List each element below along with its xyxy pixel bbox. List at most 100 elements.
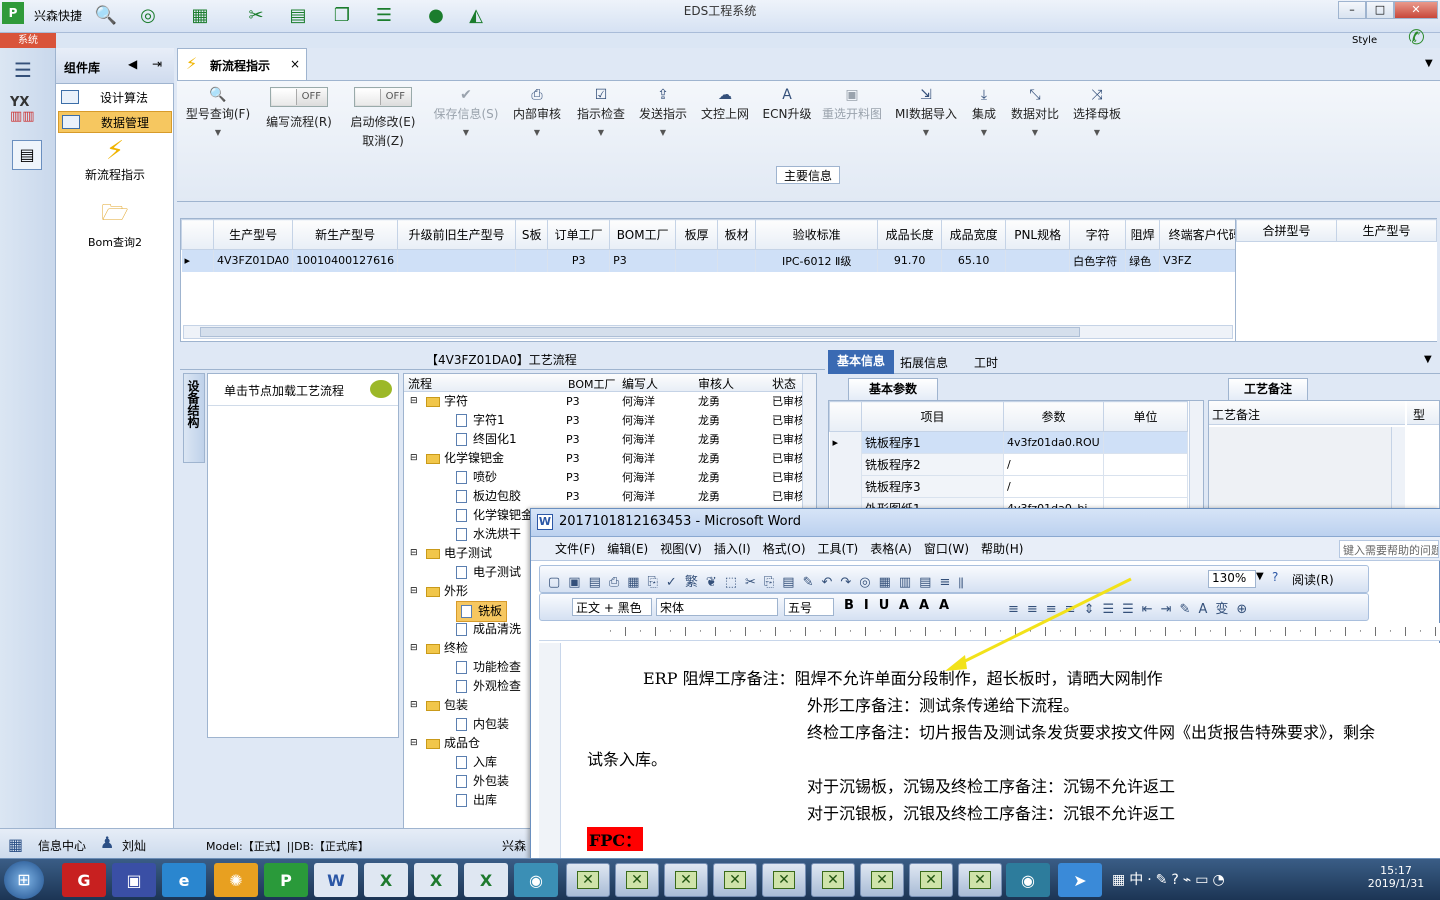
flow-step[interactable]: 板边包胶 (456, 487, 521, 506)
maximize-button[interactable]: □ (1366, 1, 1394, 19)
app-g-icon[interactable]: G (62, 863, 106, 897)
flow-step[interactable]: 字符1 (456, 411, 505, 430)
collapse-toggle-icon[interactable]: ⊟ (410, 639, 418, 658)
excel-window-task[interactable]: ✕ (909, 863, 953, 897)
column-header[interactable]: 订单工厂 (547, 219, 611, 250)
send-instruction-button[interactable]: ⇪ 发送指示 ▼ (635, 87, 691, 137)
excel-window-task[interactable]: ✕ (762, 863, 806, 897)
table-cell[interactable] (675, 249, 719, 272)
doc-control-online-button[interactable]: ☁ 文控上网 (697, 87, 753, 122)
zoom-select[interactable]: 130% (1208, 570, 1256, 588)
word-menu-item[interactable]: 文件(F) (555, 537, 595, 561)
tab-basic-params[interactable]: 基本参数 (848, 378, 938, 400)
column-header[interactable]: 工艺备注 (1209, 401, 1405, 425)
flow-step[interactable]: 内包装 (456, 715, 509, 734)
flow-step[interactable]: 入库 (456, 753, 497, 772)
column-header[interactable]: 生产型号 (212, 219, 294, 250)
ecn-upgrade-button[interactable]: A ECN升级 (759, 87, 815, 122)
start-button[interactable]: ⊞ (4, 861, 44, 899)
tray-icons[interactable]: ▦中·✎?⌁▭◔ (1112, 869, 1229, 889)
doc-line[interactable]: 外形工序备注：测试条传递给下流程。 (807, 692, 1079, 716)
scrollbar-thumb[interactable] (200, 327, 1080, 337)
doc-line[interactable]: 对于沉银板，沉银及终检工序备注：沉银不允许返工 (807, 800, 1175, 824)
doc-line[interactable]: 试条入库。 (587, 746, 667, 770)
param-cell-unit[interactable] (1103, 453, 1188, 476)
collapse-toggle-icon[interactable]: ⊟ (410, 449, 418, 468)
tab-new-flow[interactable]: ⚡ 新流程指示 × (177, 48, 307, 80)
table-row[interactable]: ▸ 4V3FZ01DA0 10010400127616 P3 P3 IPC-60… (181, 249, 1251, 272)
param-cell-item[interactable]: 铣板程序1 (861, 431, 1004, 454)
column-header[interactable]: 型 (1407, 401, 1439, 425)
minimize-button[interactable]: – (1338, 1, 1366, 19)
flow-step[interactable]: 铣板 (456, 601, 508, 622)
param-cell-param[interactable]: 4v3fz01da0.ROU (1003, 431, 1104, 454)
tab-close-icon[interactable]: × (290, 57, 300, 71)
reselect-cut-drawing-button[interactable]: ▣ 重选开料图 (819, 87, 885, 122)
column-header[interactable]: 字符 (1069, 219, 1127, 250)
tab-work-hours[interactable]: 工时 (974, 354, 998, 371)
launcher-new-flow[interactable]: ⚡ 新流程指示 (56, 136, 174, 188)
column-header[interactable]: 参数 (1003, 401, 1104, 432)
word-menu-item[interactable]: 格式(O) (763, 537, 806, 561)
collapse-toggle-icon[interactable]: ⊟ (410, 696, 418, 715)
doc-line-highlight[interactable]: FPC： (587, 827, 644, 851)
table-cell[interactable] (717, 249, 757, 272)
shell-icon[interactable]: ✺ (214, 863, 258, 897)
table-cell[interactable]: 10010400127616 (292, 249, 399, 272)
flow-step[interactable]: 成品清洗 (456, 620, 521, 639)
column-header[interactable]: S板 (515, 219, 549, 250)
standard-tools-icons[interactable]: ▢▣▤⎙▦⎘✓繁❦⬚✂⎘▤✎↶↷◎▦▥▤≡⦀ (548, 571, 972, 590)
internal-review-button[interactable]: ⎙ 内部审核 ▼ (509, 87, 565, 137)
word-menu-item[interactable]: 视图(V) (660, 537, 702, 561)
table-cell[interactable]: 91.70 (877, 249, 943, 272)
sidebar-item-data-management[interactable]: 数据管理 (58, 111, 172, 133)
column-header[interactable]: 编写人 (622, 375, 658, 392)
hamburger-icon[interactable]: ☰ (14, 58, 32, 82)
param-cell-item[interactable]: 铣板程序2 (861, 453, 1004, 476)
word-menu-item[interactable]: 工具(T) (818, 537, 859, 561)
column-header[interactable]: 流程 (408, 375, 432, 392)
collapse-toggle-icon[interactable]: ⊟ (410, 734, 418, 753)
read-button[interactable]: 阅读(R) (1292, 571, 1334, 588)
table-cell[interactable] (515, 249, 549, 272)
flow-step[interactable]: 字符 (426, 392, 468, 411)
column-header[interactable]: 阻焊 (1125, 219, 1161, 250)
table-cell[interactable] (397, 249, 517, 272)
flow-tree-row[interactable]: 字符 ⊟ P3 何海洋 龙勇 已审核 (404, 392, 816, 411)
column-header[interactable]: 验收标准 (755, 219, 879, 250)
message-app-icon[interactable]: ➤ (1058, 863, 1102, 897)
table-cell[interactable]: 绿色 (1125, 249, 1161, 272)
write-flow-toggle[interactable]: OFF (270, 87, 328, 107)
column-header[interactable]: 生产型号 (1336, 219, 1437, 242)
type-query-button[interactable]: 🔍 型号查询(F) ▼ (183, 87, 253, 137)
ie-icon[interactable]: e (162, 863, 206, 897)
factory-icon[interactable]: YX ▥▥ (10, 96, 44, 126)
eye-app-icon[interactable]: ◉ (514, 863, 558, 897)
flow-step[interactable]: 电子测试 (456, 563, 521, 582)
flow-tree-row[interactable]: 喷砂 P3 何海洋 龙勇 已审核 (404, 468, 816, 487)
flow-tree-row[interactable]: 板边包胶 P3 何海洋 龙勇 已审核 (404, 487, 816, 506)
data-compare-button[interactable]: ⤡ 数据对比 ▼ (1007, 87, 1063, 137)
help-icon[interactable]: ? (1272, 570, 1278, 584)
param-cell-item[interactable]: 铣板程序3 (861, 475, 1004, 498)
word-menu-item[interactable]: 编辑(E) (607, 537, 648, 561)
column-header[interactable]: 审核人 (698, 375, 734, 392)
font-size-select[interactable]: 五号 (784, 598, 834, 616)
flow-step[interactable]: 终检 (426, 639, 468, 658)
flow-step[interactable]: 化学镍钯金 (456, 506, 533, 525)
ime-indicator[interactable]: 中 (1129, 872, 1147, 888)
excel-window-task[interactable]: ✕ (958, 863, 1002, 897)
table-cell[interactable]: P3 (609, 249, 677, 272)
column-header[interactable]: 成品长度 (877, 219, 943, 250)
table-cell[interactable]: 65.10 (941, 249, 1007, 272)
clock[interactable]: 15:17 2019/1/31 (1366, 864, 1426, 890)
column-header[interactable]: 升级前旧生产型号 (397, 219, 517, 250)
column-header[interactable]: 新生产型号 (292, 219, 399, 250)
eye-app-icon[interactable]: ◉ (1006, 863, 1050, 897)
save-disk-icon[interactable]: ▣ (112, 863, 156, 897)
flow-step[interactable]: 终固化1 (456, 430, 517, 449)
instruction-check-button[interactable]: ☑ 指示检查 ▼ (573, 87, 629, 137)
excel-task-icon[interactable]: X (464, 863, 508, 897)
flow-step[interactable]: 外包装 (456, 772, 509, 791)
column-header[interactable]: BOM工厂 (568, 376, 616, 392)
